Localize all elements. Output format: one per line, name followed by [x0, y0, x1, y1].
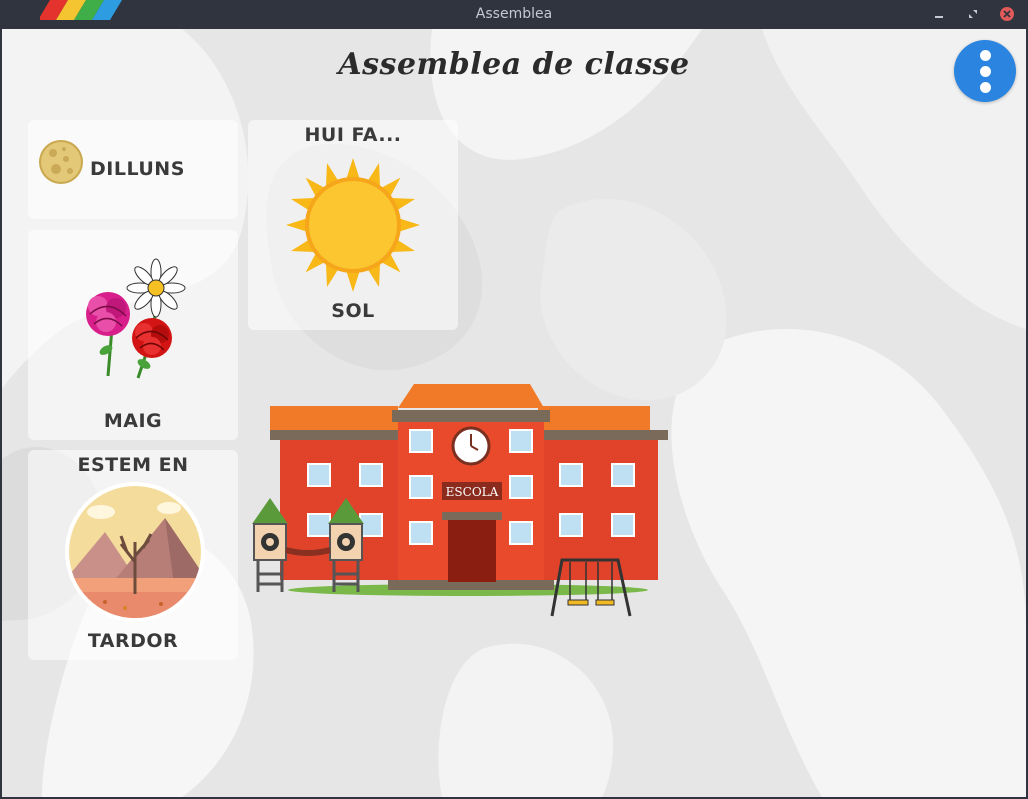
season-card[interactable]: ESTEM EN TARDOR: [28, 450, 238, 660]
maximize-icon: [969, 10, 977, 18]
minimize-icon: [935, 16, 943, 18]
sun-icon: [286, 158, 420, 292]
page-title: Assemblea de classe: [338, 47, 690, 82]
dot-icon: [979, 49, 991, 61]
day-label: DILLUNS: [90, 158, 185, 180]
daisy: [126, 258, 186, 318]
autumn-landscape-icon: [65, 482, 205, 622]
window-title: Assemblea: [475, 6, 553, 22]
close-button[interactable]: [999, 6, 1015, 22]
close-icon: [1000, 7, 1014, 21]
moon-icon: [39, 140, 83, 184]
day-card[interactable]: DILLUNS: [28, 120, 238, 219]
title-bar[interactable]: Assemblea: [0, 0, 1028, 29]
school-sign: ESCOLA: [446, 485, 499, 499]
minimize-button[interactable]: [931, 6, 947, 22]
season-label: TARDOR: [87, 630, 179, 652]
weather-heading: HUI FA...: [304, 124, 402, 146]
app-window: Assemblea Assemblea de classe DILLUNS HU…: [0, 0, 1028, 799]
month-label: MAIG: [103, 410, 163, 432]
school-building-illustration: ESCOLA: [252, 384, 668, 617]
month-card[interactable]: MAIG: [28, 230, 238, 440]
more-options-button[interactable]: [954, 40, 1016, 102]
maximize-button[interactable]: [965, 6, 981, 22]
dot-icon: [979, 81, 991, 93]
weather-card[interactable]: HUI FA... SOL: [248, 120, 458, 330]
flowers-icon: [86, 258, 186, 379]
weather-label: SOL: [331, 300, 375, 322]
main-content: Assemblea de classe DILLUNS HUI FA... SO…: [2, 29, 1026, 797]
dot-icon: [979, 65, 991, 77]
pink-carnation: [86, 292, 130, 336]
season-heading: ESTEM EN: [77, 454, 189, 476]
red-carnation: [132, 318, 172, 358]
